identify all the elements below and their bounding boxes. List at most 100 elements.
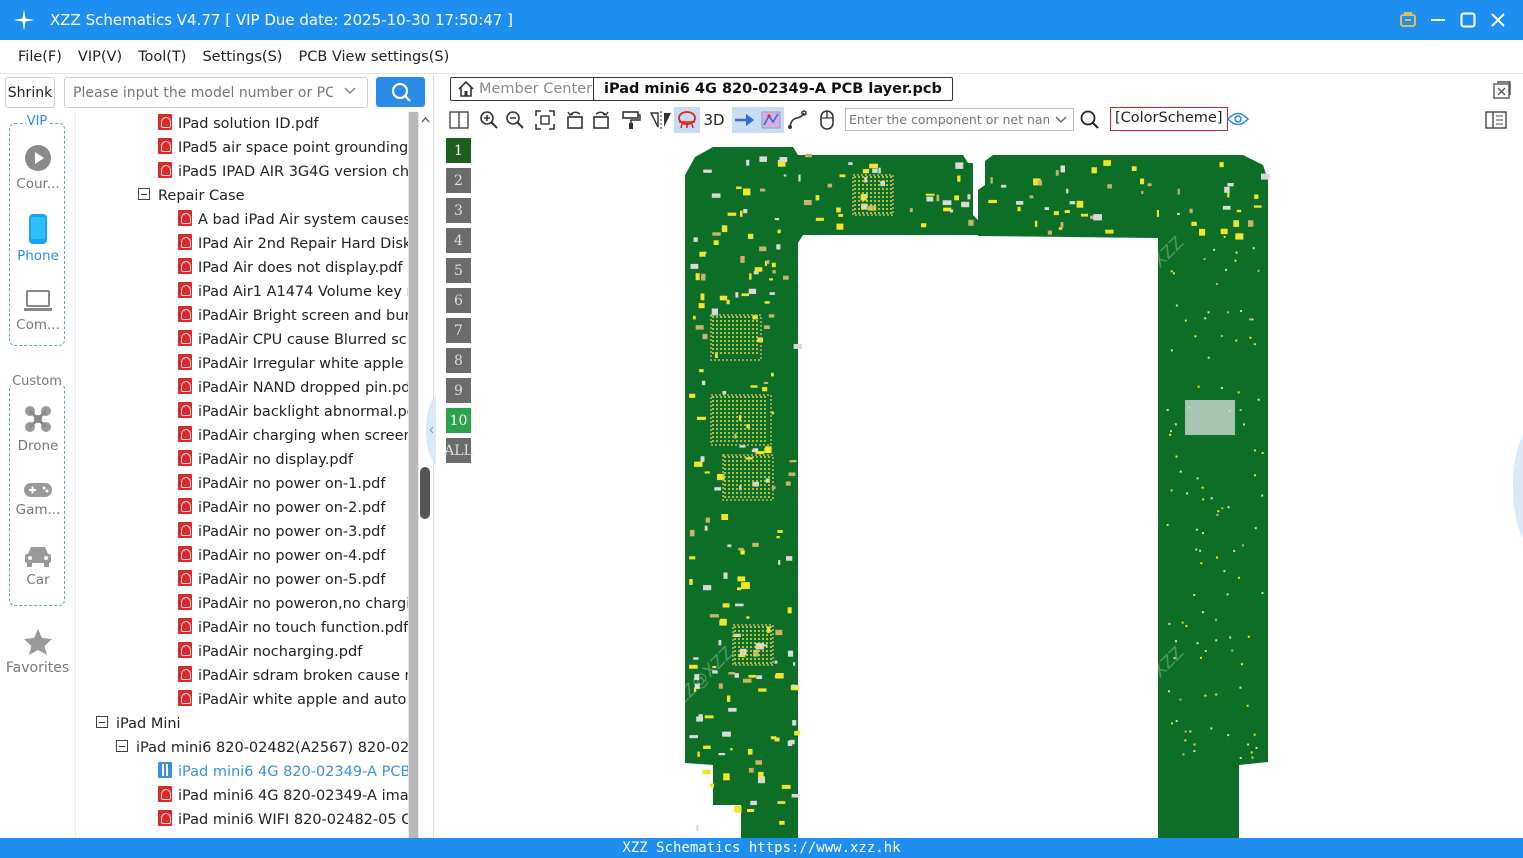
fit-view-icon[interactable]: [532, 107, 558, 133]
nav-computer[interactable]: Com...: [10, 289, 66, 333]
model-search-input[interactable]: [73, 78, 333, 107]
layer-button-3[interactable]: 3: [446, 198, 471, 223]
mirror-icon[interactable]: [648, 107, 674, 133]
layer-button-7[interactable]: 7: [446, 318, 471, 343]
component-search-input[interactable]: [849, 112, 1049, 127]
tab-pcb-file[interactable]: iPad mini6 4G 820-02349-A PCB layer.pcb: [593, 77, 953, 101]
tree-file[interactable]: iPad5 IPAD AIR 3G4G version chan: [158, 160, 408, 184]
zoom-out-icon[interactable]: [502, 107, 528, 133]
menu-pcb-view-settings[interactable]: PCB View settings(S): [298, 49, 449, 65]
tree-scroll-handle[interactable]: [419, 112, 432, 838]
paint-brush-icon[interactable]: [618, 107, 644, 133]
tree-file[interactable]: iPadAir no touch function.pdf: [178, 616, 408, 640]
eye-icon[interactable]: [1227, 111, 1249, 127]
tree-file[interactable]: IPad Air 2nd Repair Hard Disk V: [178, 232, 408, 256]
minimize-icon[interactable]: [1423, 5, 1453, 35]
component-search-icon[interactable]: [1080, 110, 1100, 130]
split-view-icon[interactable]: [446, 107, 472, 133]
tree-file[interactable]: iPadAir no power on-4.pdf: [178, 544, 385, 568]
nav-game[interactable]: Gam...: [10, 482, 66, 518]
side-panel-icon[interactable]: [1485, 111, 1507, 129]
panel-splitter[interactable]: [426, 75, 441, 838]
tree-folder[interactable]: iPad Mini: [96, 712, 181, 736]
trace-tool-icon[interactable]: [784, 107, 810, 133]
nav-drone[interactable]: Drone: [10, 404, 66, 454]
tree-file[interactable]: iPadAir white apple and auto sl: [178, 688, 408, 712]
chevron-down-icon[interactable]: [1054, 113, 1068, 127]
layer-button-9[interactable]: 9: [446, 378, 471, 403]
zoom-in-icon[interactable]: [476, 107, 502, 133]
color-scheme-button[interactable]: [ColorScheme]: [1110, 107, 1228, 131]
arrow-pin-icon[interactable]: [732, 107, 758, 133]
collapse-icon[interactable]: [96, 716, 108, 728]
layer-button-8[interactable]: 8: [446, 348, 471, 373]
menu-tool[interactable]: Tool(T): [138, 49, 186, 65]
tree-file[interactable]: iPadAir backlight abnormal.pdf: [178, 400, 408, 424]
tree-row-label: iPadAir no power on-3.pdf: [198, 524, 386, 540]
pdf-icon: [178, 354, 192, 370]
tree-file[interactable]: IPad solution ID.pdf: [158, 112, 319, 136]
layer-button-10[interactable]: 10: [446, 408, 471, 433]
tree-file[interactable]: iPadAir Bright screen and burni: [178, 304, 408, 328]
tab-member-center[interactable]: Member Center: [450, 77, 600, 101]
shrink-button[interactable]: Shrink: [5, 77, 55, 108]
chevron-down-icon[interactable]: [343, 84, 357, 98]
layer-button-all[interactable]: ALL: [444, 438, 473, 463]
tree-folder[interactable]: Repair Case: [138, 184, 245, 208]
pcb-canvas[interactable]: XZZ@XZZ XZZ@XZZ XZZ@XZZ XZZ@XZZ: [473, 37, 1523, 838]
mouse-mode-icon[interactable]: [814, 107, 840, 133]
menu-vip[interactable]: VIP(V): [78, 49, 122, 65]
rotate-right-icon[interactable]: [588, 107, 614, 133]
pdf-icon: [178, 642, 192, 658]
pcb-file-icon: [158, 762, 172, 778]
tree-file[interactable]: iPad mini6 WIFI 820-02482-05 Con: [158, 808, 408, 832]
menu-file[interactable]: File(F): [18, 49, 62, 65]
pcb-board[interactable]: XZZ@XZZ XZZ@XZZ XZZ@XZZ XZZ@XZZ: [473, 37, 1523, 838]
tree-file[interactable]: IPad5 air space point grounding co: [158, 136, 408, 160]
nav-car[interactable]: Car: [10, 544, 66, 588]
tree-file[interactable]: iPadAir no power on-3.pdf: [178, 520, 385, 544]
vip-icon[interactable]: [1393, 5, 1423, 35]
tree-file[interactable]: iPadAir Irregular white apple ar: [178, 352, 408, 376]
nav-course[interactable]: Cour...: [10, 144, 66, 192]
tree-file[interactable]: iPad mini6 4G 820-02349-A image: [158, 784, 408, 808]
menu-settings[interactable]: Settings(S): [202, 49, 282, 65]
tree-file[interactable]: iPad Air1 A1474 Volume key mu: [178, 280, 408, 304]
nav-phone[interactable]: Phone: [10, 214, 66, 264]
search-button[interactable]: [376, 77, 425, 107]
tree-file[interactable]: iPad mini6 4G 820-02349-A PCB la: [158, 760, 408, 784]
nav-favorites[interactable]: Favorites: [0, 628, 75, 676]
tree-file[interactable]: iPadAir NAND dropped pin.pdf: [178, 376, 408, 400]
close-tabs-icon[interactable]: [1493, 81, 1511, 99]
tree-file[interactable]: iPadAir no power on-2.pdf: [178, 496, 385, 520]
tree-row-label: IPad Air 2nd Repair Hard Disk V: [198, 236, 408, 252]
tree-file[interactable]: iPadAir no power on-1.pdf: [178, 472, 385, 496]
tree-file[interactable]: IPad Air does not display.pdf: [178, 256, 403, 280]
tree-file[interactable]: iPadAir charging when screen li: [178, 424, 408, 448]
view-3d-button[interactable]: 3D: [700, 111, 728, 129]
collapse-icon[interactable]: [138, 188, 150, 200]
layer-button-5[interactable]: 5: [446, 258, 471, 283]
tree-file[interactable]: iPadAir CPU cause Blurred scree: [178, 328, 408, 352]
net-highlight-icon[interactable]: [674, 107, 700, 133]
layer-button-6[interactable]: 6: [446, 288, 471, 313]
pdf-icon: [178, 594, 192, 610]
collapse-icon[interactable]: [116, 740, 128, 752]
tree-file[interactable]: iPadAir no poweron,no chargin: [178, 592, 408, 616]
tree-file[interactable]: iPadAir no power on-5.pdf: [178, 568, 385, 592]
maximize-icon[interactable]: [1453, 5, 1483, 35]
tree-file[interactable]: A bad iPad Air system causes a: [178, 208, 408, 232]
tree-folder[interactable]: iPad mini6 820-02482(A2567) 820-023: [116, 736, 408, 760]
tree-file[interactable]: iPadAir sdram broken cause no: [178, 664, 408, 688]
component-search-box[interactable]: [845, 108, 1074, 131]
tree-file[interactable]: iPadAir no display.pdf: [178, 448, 353, 472]
select-region-icon[interactable]: [758, 107, 784, 133]
close-icon[interactable]: [1483, 5, 1513, 35]
tree-scrollbar[interactable]: [408, 112, 419, 838]
model-search-box[interactable]: [64, 77, 368, 108]
layer-button-4[interactable]: 4: [446, 228, 471, 253]
tree-file[interactable]: iPadAir nocharging.pdf: [178, 640, 362, 664]
layer-button-1[interactable]: 1: [446, 138, 471, 163]
layer-button-2[interactable]: 2: [446, 168, 471, 193]
rotate-left-icon[interactable]: [562, 107, 588, 133]
